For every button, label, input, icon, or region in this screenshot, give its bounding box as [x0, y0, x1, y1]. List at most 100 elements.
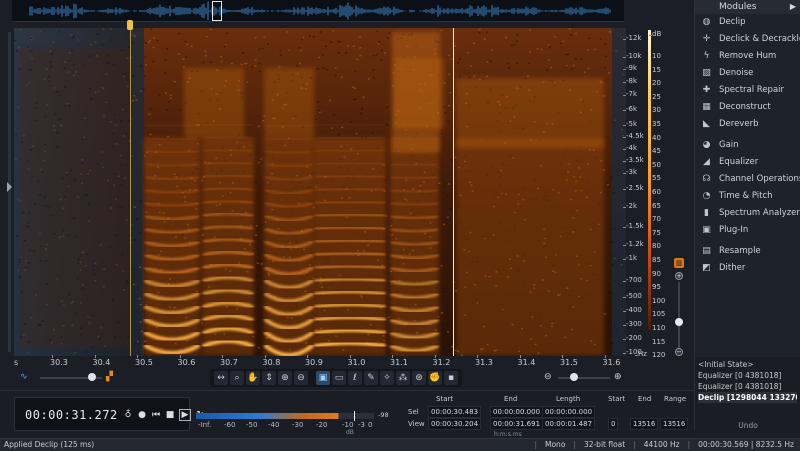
module-item[interactable]: ▨ Denoise: [695, 65, 800, 82]
module-item[interactable]: ◍ Declip: [695, 14, 800, 31]
time-format-label: h:m:s.ms: [494, 431, 522, 438]
horizontal-zoom-knob[interactable]: [570, 373, 578, 381]
sel-end-field[interactable]: 00:00:00.000: [490, 406, 544, 418]
overview-view-marker[interactable]: [212, 1, 222, 21]
vertical-zoom-knob[interactable]: [675, 318, 683, 326]
zoom-in-icon[interactable]: ⊕: [614, 372, 622, 382]
declick-icon: ✛: [702, 34, 711, 44]
zoom-tool-icon[interactable]: ⌕: [230, 371, 244, 385]
rewind-button[interactable]: ⏮: [151, 408, 161, 422]
gain-icon: ◕: [702, 140, 711, 150]
module-item[interactable]: ▣ Plug-In: [695, 222, 800, 239]
freq-tick-label: -700: [623, 276, 650, 284]
zoom-in-tool-icon[interactable]: ⊕: [278, 371, 292, 385]
play-button[interactable]: ▶: [179, 409, 191, 421]
view-range-field[interactable]: 13516: [660, 418, 689, 430]
db-tick-label: 90: [652, 269, 661, 278]
time-selection-tool-icon[interactable]: ↔: [214, 371, 228, 385]
module-item[interactable]: ◔ Time & Pitch: [695, 188, 800, 205]
zoom-out-tool-icon[interactable]: ⊖: [294, 371, 308, 385]
view-end-bin-field[interactable]: 13516: [630, 418, 659, 430]
expand-arrow-icon[interactable]: ▶: [790, 0, 796, 14]
module-item[interactable]: ◩ Dither: [695, 260, 800, 277]
module-item[interactable]: ✚ Spectral Repair: [695, 82, 800, 99]
more-tools-icon[interactable]: ▪: [444, 371, 458, 385]
module-item[interactable]: ✛ Declick & Decrackle: [695, 31, 800, 48]
spectrogram-display[interactable]: [14, 28, 626, 356]
module-list: ◍ Declip ✛ Declick & Decrackle ϟ Remove Hum ▨ D…: [695, 14, 800, 277]
horizontal-zoom-track[interactable]: [558, 377, 610, 379]
blend-slider-knob[interactable]: [88, 373, 96, 381]
view-length-field[interactable]: 00:00:01.487: [542, 418, 596, 430]
time-tick-label: 30.3: [50, 355, 68, 367]
left-gutter: [0, 22, 14, 362]
lasso-tool-icon[interactable]: ℓ: [348, 371, 362, 385]
record-button[interactable]: ●: [137, 408, 147, 422]
module-item[interactable]: ☊ Channel Operations: [695, 171, 800, 188]
stop-button[interactable]: ■: [165, 408, 175, 422]
frequency-selection-tool-icon[interactable]: ⇕: [262, 371, 276, 385]
microphone-icon[interactable]: ♁: [123, 408, 133, 422]
history-item[interactable]: <Initial State>: [698, 359, 797, 370]
freq-tick-label: -7k: [623, 90, 650, 98]
db-tick-label: 115: [652, 337, 666, 346]
freq-tick-label: -10k: [623, 52, 650, 60]
module-item[interactable]: ◕ Gain: [695, 137, 800, 154]
harmonic-tool-icon[interactable]: ⊛: [412, 371, 426, 385]
view-start-field[interactable]: 00:00:30.204: [428, 418, 482, 430]
meter-tick-label: -60: [224, 421, 236, 429]
vertical-zoom-in-icon[interactable]: +: [675, 272, 683, 280]
modules-panel: Modules ▶ ◍ Declip ✛ Declick & Decrackle ϟ Re…: [694, 0, 800, 357]
scroll-handle-icon[interactable]: [7, 182, 12, 192]
meter-unit: dB: [346, 429, 354, 436]
module-item[interactable]: ▤ Resample: [695, 243, 800, 260]
db-scale: 10 15 20 25 30 35 40 45 50 55 60 65 70 75 80 85 90 95 100 1…: [650, 28, 668, 359]
timecode-box: 00:00:31.272 ♁ ● ⏮ ■ ▶ ↻: [14, 397, 204, 431]
wand-tool-icon[interactable]: ✧: [380, 371, 394, 385]
db-tick-label: 40: [652, 133, 661, 142]
selection-tools: ↔ ⌕ ✋ ⇕ ⊕ ⊖ ▣ ▭ ℓ ✎ ✧ ⁂ ⊛ ✊ ▪: [210, 369, 462, 387]
playhead-line: [130, 28, 131, 356]
freq-tick-label: -200: [623, 334, 650, 342]
vertical-zoom-track[interactable]: [678, 282, 680, 352]
tool-row: ∿ ▞ ↔ ⌕ ✋ ⇕ ⊕ ⊖ ▣ ▭ ℓ ✎ ✧ ⁂ ⊛ ✊ ▪ ⊖ ⊕: [14, 369, 626, 387]
module-item[interactable]: ▮ Spectrum Analyzer: [695, 205, 800, 222]
time-tick-label: 30.9: [305, 355, 323, 367]
module-item[interactable]: ◣ Dereverb: [695, 116, 800, 133]
vertical-scrollbar[interactable]: [8, 32, 11, 352]
magic-wand-icon[interactable]: ⁂: [396, 371, 410, 385]
spectrogram-settings-button[interactable]: ▥: [674, 258, 684, 268]
module-label: Time & Pitch: [719, 191, 773, 201]
db-tick-label: 10: [652, 52, 661, 60]
history-item[interactable]: Equalizer [0 4381018]: [698, 370, 797, 381]
sel-length-field[interactable]: 00:00:00.000: [542, 406, 596, 418]
rect-selection-tool-icon[interactable]: ▭: [332, 371, 346, 385]
selection-view-table: Start End Length Start End Range Sel 00:…: [408, 395, 694, 438]
module-label: Resample: [719, 246, 761, 256]
grab-tool-icon[interactable]: ✊: [428, 371, 442, 385]
brush-tool-icon[interactable]: ✎: [364, 371, 378, 385]
playhead-marker-icon[interactable]: [127, 20, 133, 30]
db-tick-label: 85: [652, 256, 661, 264]
module-item[interactable]: ▦ Deconstruct: [695, 99, 800, 116]
zoom-out-icon[interactable]: ⊖: [544, 372, 552, 382]
history-item[interactable]: Equalizer [0 4381018]: [698, 381, 797, 392]
modules-header[interactable]: Modules ▶: [695, 0, 800, 14]
waveform-icon[interactable]: ∿: [20, 372, 34, 382]
view-end-field[interactable]: 00:00:31.691: [490, 418, 544, 430]
col-start: Start: [436, 395, 454, 403]
db-tick-label: 55: [652, 174, 661, 183]
module-item[interactable]: ϟ Remove Hum: [695, 48, 800, 65]
hand-tool-icon[interactable]: ✋: [246, 371, 260, 385]
time-tick-label: 31.4: [517, 355, 536, 367]
history-item[interactable]: Declip [1298044 1332701]: [698, 392, 797, 403]
module-item[interactable]: ◢ Equalizer: [695, 154, 800, 171]
db-tick-label: 25: [652, 92, 661, 101]
declip-icon: ◍: [702, 17, 711, 27]
vertical-zoom-out-icon[interactable]: −: [675, 348, 683, 356]
time-frequency-tool-icon[interactable]: ▣: [316, 371, 330, 385]
spectrogram-icon[interactable]: ▞: [106, 372, 113, 382]
view-start-bin-field[interactable]: 0: [608, 418, 619, 430]
waveform-overview[interactable]: [12, 0, 624, 22]
sel-start-field[interactable]: 00:00:30.483: [428, 406, 482, 418]
